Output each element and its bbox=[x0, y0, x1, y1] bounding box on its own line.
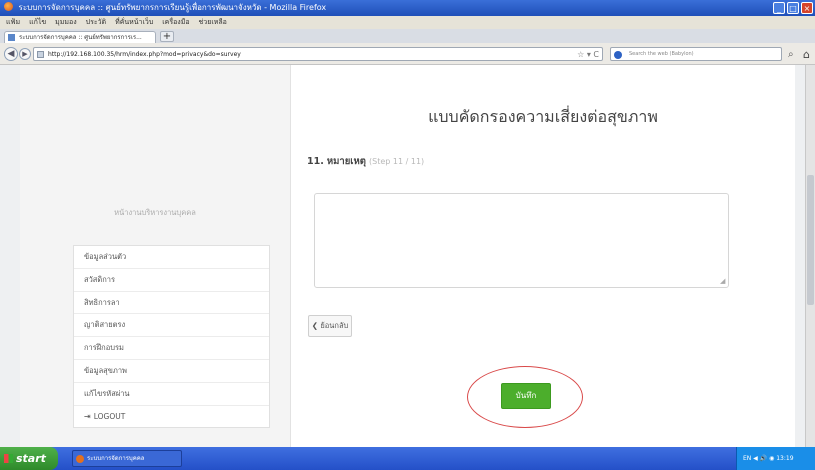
window-title-bar: ระบบการจัดการบุคคล :: ศูนย์ทรัพยากรการเร… bbox=[0, 0, 815, 16]
menu-bookmarks[interactable]: ที่คั่นหน้าเว็บ bbox=[115, 16, 153, 29]
windows-logo-icon bbox=[4, 454, 13, 463]
step-progress: (Step 11 / 11) bbox=[369, 157, 425, 166]
navigation-bar: ◀ ▶ http://192.168.100.35/hrm/index.php?… bbox=[0, 43, 815, 65]
menu-file[interactable]: แฟ้ม bbox=[6, 16, 20, 29]
page-scrollbar[interactable] bbox=[805, 65, 815, 447]
sidebar-item-relatives[interactable]: ญาติสายตรง bbox=[74, 314, 269, 338]
close-button[interactable]: × bbox=[801, 2, 813, 14]
page-title: แบบคัดกรองความเสี่ยงต่อสุขภาพ bbox=[428, 107, 658, 126]
tab-bar: ระบบการจัดการบุคคล :: ศูนย์ทรัพยากรการเร… bbox=[0, 29, 815, 43]
logout-icon: ⇥ bbox=[84, 411, 91, 421]
url-text: http://192.168.100.35/hrm/index.php?mod=… bbox=[48, 51, 241, 58]
page-icon bbox=[37, 51, 44, 58]
search-placeholder: Search the web (Babylon) bbox=[629, 51, 694, 57]
menu-tools[interactable]: เครื่องมือ bbox=[162, 16, 189, 29]
back-button[interactable]: ❮ ย้อนกลับ bbox=[308, 315, 352, 337]
step-heading: 11. หมายเหตุ (Step 11 / 11) bbox=[307, 154, 424, 169]
firefox-icon bbox=[4, 2, 13, 11]
start-button[interactable]: start bbox=[0, 447, 58, 470]
menu-bar: แฟ้ม แก้ไข มุมมอง ประวัติ ที่คั่นหน้าเว็… bbox=[0, 16, 815, 29]
resize-grip-icon[interactable]: ◢ bbox=[720, 277, 725, 285]
sidebar-menu: ข้อมูลส่วนตัว สวัสดิการ สิทธิการลา ญาติส… bbox=[73, 245, 270, 429]
page-favicon-icon bbox=[8, 34, 15, 41]
step-number: 11. bbox=[307, 156, 324, 167]
forward-arrow-icon[interactable]: ▶ bbox=[19, 48, 31, 60]
sidebar-item-welfare[interactable]: สวัสดิการ bbox=[74, 269, 269, 292]
menu-help[interactable]: ช่วยเหลือ bbox=[199, 16, 227, 29]
notes-textarea[interactable] bbox=[314, 193, 729, 288]
taskbar: start ระบบการจัดการบุคคล EN ◀ 🔊 ◉ 13:19 bbox=[0, 447, 815, 470]
sidebar-item-leave[interactable]: สิทธิการลา bbox=[74, 292, 269, 315]
firefox-icon bbox=[76, 455, 84, 463]
page-content: หน้างานบริหารงานบุคคล ข้อมูลส่วนตัว สวัส… bbox=[20, 65, 795, 447]
search-engine-icon bbox=[614, 51, 622, 59]
start-label: start bbox=[16, 452, 46, 465]
menu-history[interactable]: ประวัติ bbox=[86, 16, 106, 29]
main-panel: แบบคัดกรองความเสี่ยงต่อสุขภาพ 11. หมายเห… bbox=[291, 65, 795, 447]
system-tray: EN ◀ 🔊 ◉ 13:19 bbox=[736, 447, 815, 470]
menu-edit[interactable]: แก้ไข bbox=[29, 16, 46, 29]
home-icon[interactable]: ⌂ bbox=[803, 48, 810, 61]
tab-hrm[interactable]: ระบบการจัดการบุคคล :: ศูนย์ทรัพยากรการเร… bbox=[4, 31, 156, 43]
sidebar: หน้างานบริหารงานบุคคล ข้อมูลส่วนตัว สวัส… bbox=[20, 65, 291, 447]
sidebar-item-training[interactable]: การฝึกอบรม bbox=[74, 337, 269, 360]
url-bar[interactable]: http://192.168.100.35/hrm/index.php?mod=… bbox=[33, 47, 603, 61]
search-icon[interactable]: ⌕ bbox=[788, 49, 794, 60]
back-arrow-icon[interactable]: ◀ bbox=[4, 47, 18, 61]
sidebar-item-logout[interactable]: ⇥ LOGOUT bbox=[74, 406, 269, 428]
reload-icon[interactable]: ☆ ▾ C bbox=[577, 48, 599, 61]
tab-label: ระบบการจัดการบุคคล :: ศูนย์ทรัพยากรการเร… bbox=[19, 34, 142, 41]
sidebar-item-change-password[interactable]: แก้ไขรหัสผ่าน bbox=[74, 383, 269, 406]
sidebar-item-personal-info[interactable]: ข้อมูลส่วนตัว bbox=[74, 246, 269, 269]
menu-view[interactable]: มุมมอง bbox=[55, 16, 76, 29]
scrollbar-thumb[interactable] bbox=[807, 175, 814, 305]
taskbar-item-firefox[interactable]: ระบบการจัดการบุคคล bbox=[72, 450, 182, 467]
minimize-button[interactable]: _ bbox=[773, 2, 785, 14]
new-tab-button[interactable]: + bbox=[160, 31, 174, 42]
maximize-button[interactable]: □ bbox=[787, 2, 799, 14]
sidebar-item-health[interactable]: ข้อมูลสุขภาพ bbox=[74, 360, 269, 383]
logout-label: LOGOUT bbox=[93, 411, 126, 421]
sidebar-title: หน้างานบริหารงานบุคคล bbox=[114, 208, 196, 217]
window-title: ระบบการจัดการบุคคล :: ศูนย์ทรัพยากรการเร… bbox=[18, 3, 327, 12]
save-button[interactable]: บันทึก bbox=[501, 383, 551, 409]
step-name: หมายเหตุ bbox=[326, 156, 366, 167]
taskbar-item-label: ระบบการจัดการบุคคล bbox=[87, 455, 145, 462]
search-input[interactable]: Search the web (Babylon) bbox=[610, 47, 782, 61]
